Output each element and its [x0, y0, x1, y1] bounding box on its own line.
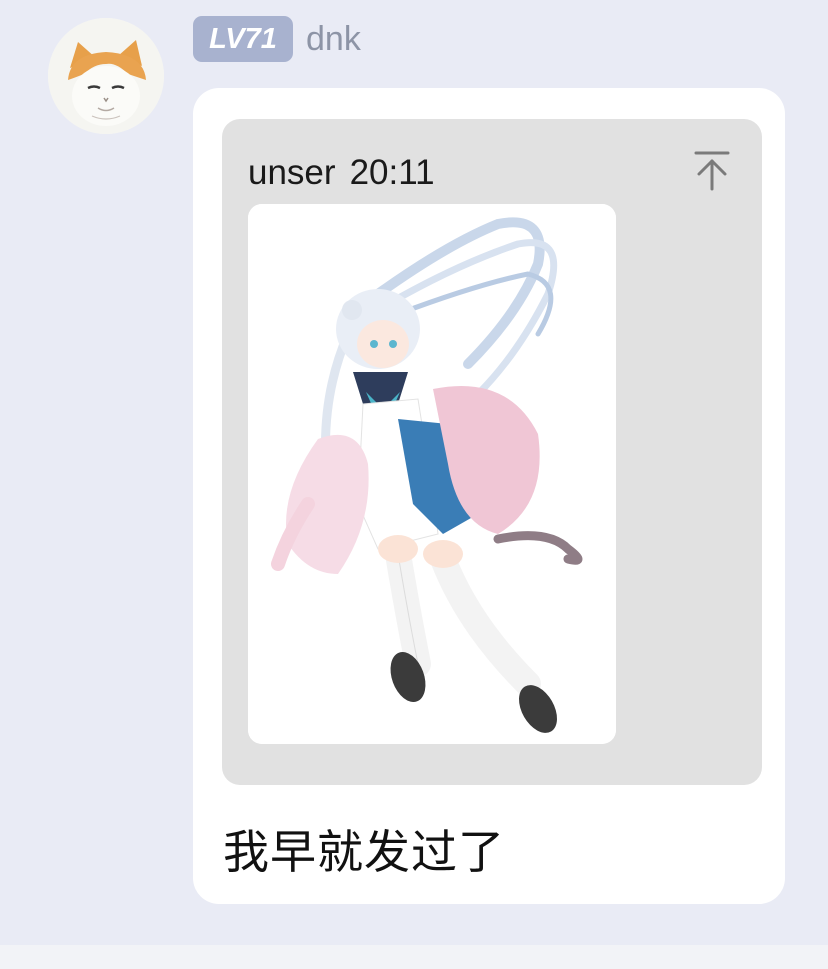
- quote-meta: unser 20:11: [248, 153, 435, 193]
- quote-time: 20:11: [349, 153, 435, 192]
- quoted-image[interactable]: [248, 204, 616, 744]
- sender-avatar[interactable]: [48, 18, 164, 134]
- quote-author: unser: [248, 153, 336, 192]
- sender-name[interactable]: dnk: [306, 20, 361, 59]
- message-header: LV71 dnk: [193, 15, 361, 63]
- quoted-message[interactable]: unser 20:11: [222, 119, 762, 785]
- cat-avatar-icon: [48, 18, 164, 134]
- bottom-bar: [0, 945, 828, 969]
- level-badge: LV71: [193, 16, 293, 62]
- message-bubble[interactable]: unser 20:11 我早就发过了: [193, 88, 785, 904]
- message-text: 我早就发过了: [223, 825, 505, 879]
- jump-to-top-icon[interactable]: [692, 149, 732, 193]
- anime-girl-illustration: [248, 204, 616, 744]
